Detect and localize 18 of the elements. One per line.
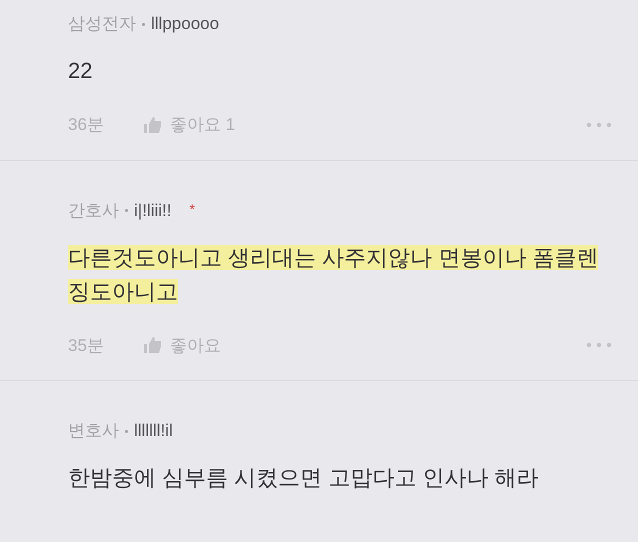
comment-text: 한밤중에 심부름 시켰으면 고맙다고 인사나 해라 bbox=[68, 464, 540, 492]
comment-text: 22 bbox=[68, 57, 94, 85]
comment-text: 다른것도아니고 생리대는 사주지않나 면봉이나 폼클렌징도아니고 bbox=[68, 244, 600, 306]
thumbs-up-icon bbox=[144, 337, 162, 354]
thumbs-up-icon bbox=[144, 116, 162, 133]
company-label: 변호사 bbox=[68, 420, 119, 442]
nickname: lllppoooo bbox=[151, 13, 220, 36]
more-icon[interactable] bbox=[586, 342, 612, 348]
company-label: 삼성전자 bbox=[68, 13, 136, 36]
asterisk-mark: * bbox=[189, 200, 195, 218]
nickname: i|!liii!! bbox=[134, 200, 172, 222]
nickname: lllllll!il bbox=[134, 420, 173, 442]
time-label: 35분 bbox=[68, 334, 104, 356]
like-button[interactable]: 좋아요 bbox=[144, 332, 221, 358]
company-label: 간호사 bbox=[68, 200, 119, 222]
time-label: 36분 bbox=[68, 114, 104, 136]
like-button[interactable]: 좋아요 1 bbox=[144, 112, 236, 138]
more-icon[interactable] bbox=[586, 122, 612, 128]
